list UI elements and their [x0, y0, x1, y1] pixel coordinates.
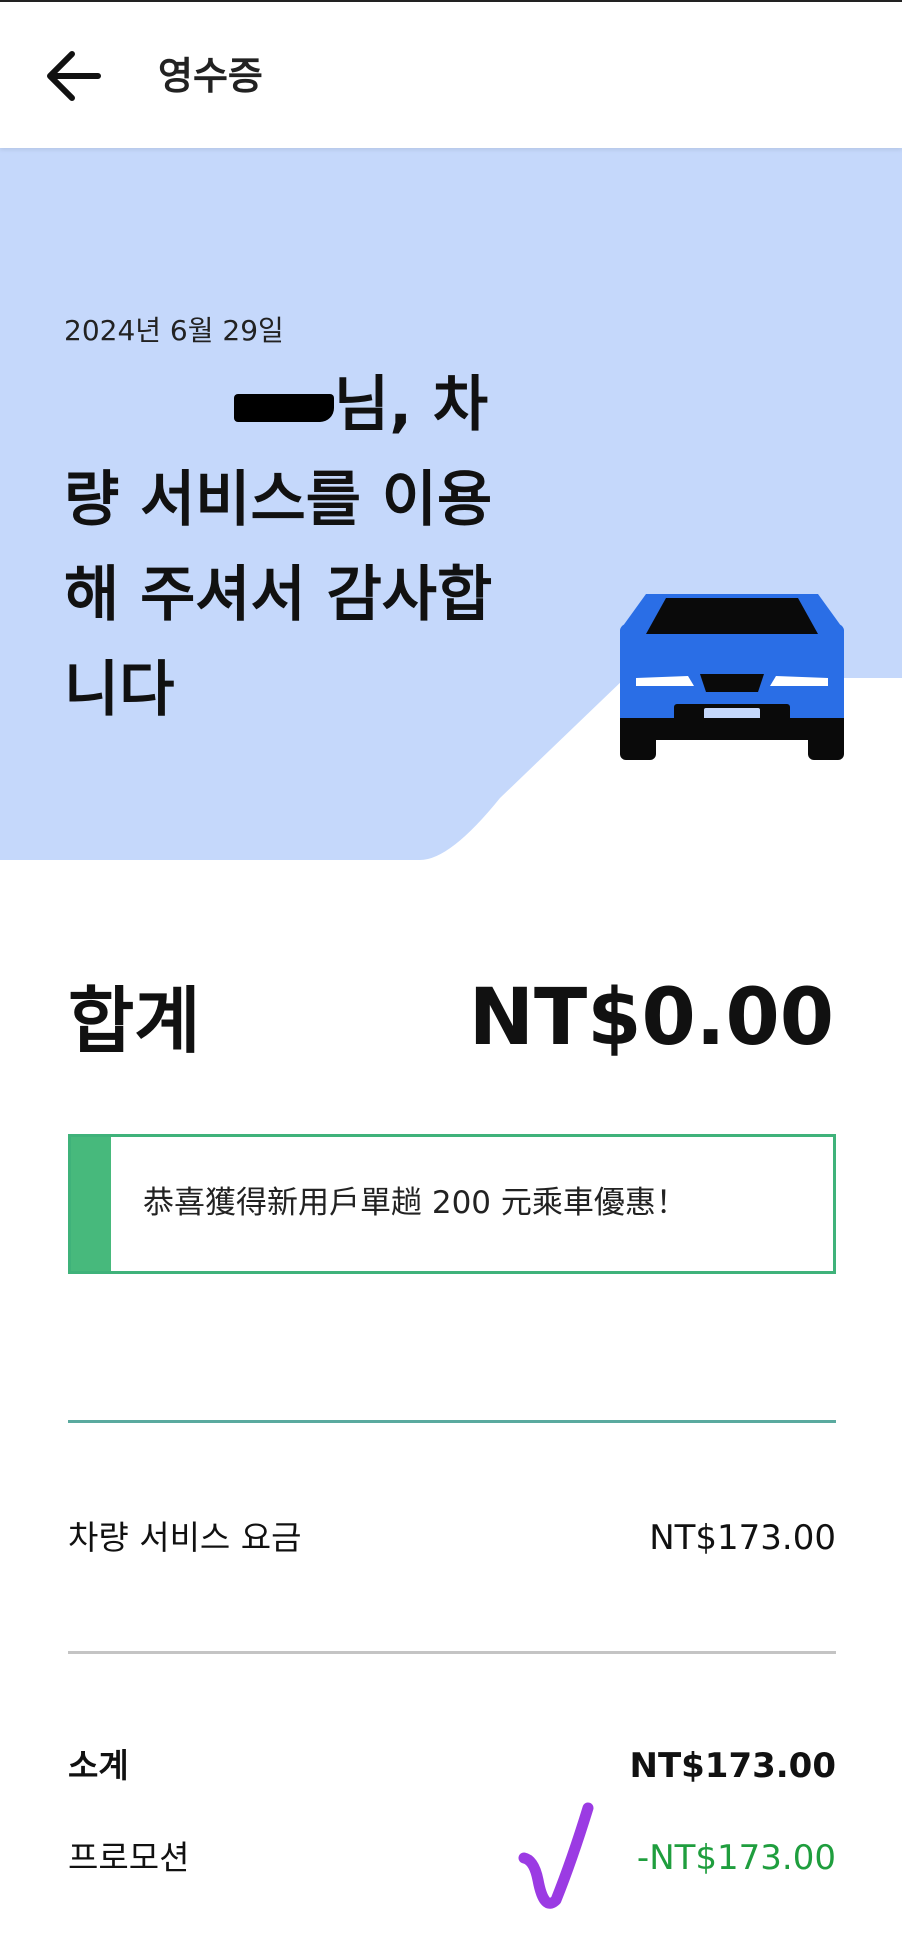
redacted-name: [234, 394, 334, 423]
car-icon: [620, 594, 844, 760]
total-value: NT$0.00: [468, 973, 834, 1063]
total-label: 합계: [68, 979, 201, 1063]
arrow-left-icon: [47, 51, 101, 101]
promotion-value: -NT$173.00: [636, 1838, 836, 1878]
line-item-value: NT$173.00: [649, 1518, 836, 1558]
promo-accent-bar: [71, 1137, 111, 1271]
promotion-label: 프로모션: [68, 1838, 190, 1877]
thank-you-message: 님, 차량 서비스를 이용해 주셔서 감사합니다: [64, 358, 534, 738]
receipt-date: 2024년 6월 29일: [64, 314, 284, 347]
subtotal-value: NT$173.00: [629, 1746, 836, 1786]
page-title: 영수증: [158, 54, 263, 98]
subtotal-label: 소계: [68, 1746, 129, 1785]
back-button[interactable]: [40, 46, 108, 106]
hero-banner: 2024년 6월 29일 님, 차량 서비스를 이용해 주셔서 감사합니다: [0, 148, 902, 860]
checkmark-icon: [518, 1802, 594, 1909]
greeting-text: 님, 차량 서비스를 이용해 주셔서 감사합니다: [64, 370, 493, 725]
top-app-bar: 영수증: [0, 0, 902, 148]
subtotal-row: 소계 NT$173.00: [68, 1736, 836, 1796]
promo-banner: 恭喜獲得新用戶單趟 200 元乘車優惠！: [68, 1134, 836, 1274]
promo-text: 恭喜獲得新用戶單趟 200 元乘車優惠！: [143, 1185, 687, 1221]
section-divider: [68, 1420, 836, 1423]
line-item-divider: [68, 1651, 836, 1654]
line-item-row: 차량 서비스 요금 NT$173.00: [68, 1508, 836, 1568]
line-item-label: 차량 서비스 요금: [68, 1518, 302, 1557]
promotion-row: 프로모션 -NT$173.00: [68, 1828, 836, 1888]
